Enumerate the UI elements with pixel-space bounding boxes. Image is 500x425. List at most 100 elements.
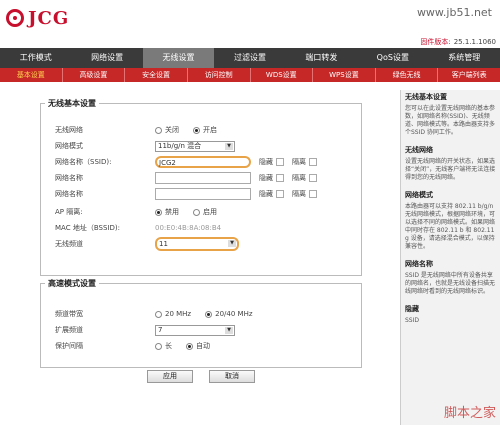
ssid2-isolate-checkbox[interactable]: 隔离 xyxy=(292,173,317,183)
tab-system-management[interactable]: 系统管理 xyxy=(429,48,500,68)
guard-label: 保护间隔 xyxy=(55,342,83,350)
ssid3-row: 网络名称 隐藏 隔离 xyxy=(55,187,317,201)
ap-isolation-row: AP 隔离: 禁用 启用 xyxy=(55,205,231,219)
wireless-row: 无线网络 关闭 开启 xyxy=(55,123,231,137)
guard-long-radio[interactable]: 长 xyxy=(155,341,172,351)
subtab-security[interactable]: 安全设置 xyxy=(124,68,187,82)
bandwidth-label: 频道带宽 xyxy=(55,310,83,318)
checkbox-icon xyxy=(276,190,284,198)
hide-label: 隐藏 xyxy=(259,158,273,166)
radio-checked-icon xyxy=(205,310,213,318)
firmware-label: 固件版本: xyxy=(420,38,451,46)
bw-2040-radio[interactable]: 20/40 MHz xyxy=(205,310,253,318)
ssid-isolate-checkbox[interactable]: 隔离 xyxy=(292,157,317,167)
ssid2-row: 网络名称 隐藏 隔离 xyxy=(55,171,317,185)
radio-icon xyxy=(155,126,162,134)
ap-isolation-label: AP 隔离: xyxy=(55,208,83,216)
brand-name: JCG xyxy=(28,7,70,29)
wireless-label: 无线网络 xyxy=(55,126,83,134)
subtab-green-wireless[interactable]: 绿色无线 xyxy=(374,68,438,82)
ssid3-label: 网络名称 xyxy=(55,190,83,198)
bw-2040-label: 20/40 MHz xyxy=(215,310,253,318)
apply-button[interactable]: 应用 xyxy=(147,370,193,383)
ssid2-hide-checkbox[interactable]: 隐藏 xyxy=(259,173,284,183)
checkbox-icon xyxy=(309,158,317,166)
channel-value: 11 xyxy=(159,240,168,248)
long-label: 长 xyxy=(165,342,172,350)
ssid-hide-checkbox[interactable]: 隐藏 xyxy=(259,157,284,167)
ext-channel-label: 扩展频道 xyxy=(55,326,83,334)
enable-label: 启用 xyxy=(203,208,217,216)
hide-label: 隐藏 xyxy=(259,190,273,198)
mode-select[interactable]: 11b/g/n 混合 ▼ xyxy=(155,140,235,152)
help-text: 本路由器可以支持 802.11 b/g/n 无线网络模式，根据网络环境，可以选择… xyxy=(405,203,496,250)
help-block: 无线基本设置 您可以在此设置无线网络的基本参数，如网络名称(SSID)、无线频道… xyxy=(405,92,496,137)
subtab-wds[interactable]: WDS设置 xyxy=(249,68,313,82)
ssid3-hide-checkbox[interactable]: 隐藏 xyxy=(259,189,284,199)
watermark: 脚本之家 xyxy=(443,406,496,421)
chevron-down-icon: ▼ xyxy=(228,240,236,247)
cancel-button[interactable]: 取消 xyxy=(209,370,255,383)
ssid2-label: 网络名称 xyxy=(55,174,83,182)
radio-icon xyxy=(155,310,162,318)
ssid-row: 网络名称（SSID): JCG2 隐藏 隔离 xyxy=(55,155,317,169)
wireless-on-radio[interactable]: 开启 xyxy=(193,125,217,135)
checkbox-icon xyxy=(276,174,284,182)
subtab-wps[interactable]: WPS设置 xyxy=(312,68,375,82)
tab-work-mode[interactable]: 工作模式 xyxy=(0,48,71,68)
bw-20-radio[interactable]: 20 MHz xyxy=(155,310,191,318)
ext-channel-value: 7 xyxy=(158,325,163,334)
chevron-down-icon: ▼ xyxy=(225,326,233,334)
radio-checked-icon xyxy=(193,126,200,134)
auto-label: 自动 xyxy=(196,342,210,350)
subtab-advanced[interactable]: 高级设置 xyxy=(61,68,125,82)
subtab-client-list[interactable]: 客户端列表 xyxy=(437,68,500,82)
guard-auto-radio[interactable]: 自动 xyxy=(186,341,210,351)
ext-channel-select[interactable]: 7 ▼ xyxy=(155,324,235,336)
ssid2-input[interactable] xyxy=(155,172,251,184)
bandwidth-row: 频道带宽 20 MHz 20/40 MHz xyxy=(55,307,267,321)
channel-select[interactable]: 11 ▼ xyxy=(155,237,239,251)
help-title: 隐藏 xyxy=(405,305,419,313)
mode-value: 11b/g/n 混合 xyxy=(158,141,202,150)
logo-icon xyxy=(6,9,24,27)
wireless-off-label: 关闭 xyxy=(165,126,179,134)
help-block: 隐藏 SSID xyxy=(405,304,496,325)
help-block: 网络模式 本路由器可以支持 802.11 b/g/n 无线网络模式，根据网络环境… xyxy=(405,190,496,251)
help-title: 无线网络 xyxy=(405,146,433,154)
isolate-label: 隔离 xyxy=(292,174,306,182)
ssid-input[interactable]: JCG2 xyxy=(155,156,251,168)
mode-label: 网络模式 xyxy=(55,142,83,150)
ap-isolation-enable-radio[interactable]: 启用 xyxy=(193,207,217,217)
tab-wireless-settings[interactable]: 无线设置 xyxy=(142,48,215,68)
site-url: www.jb51.net xyxy=(416,6,492,19)
header: JCG www.jb51.net xyxy=(0,0,500,36)
help-text: 您可以在此设置无线网络的基本参数，如网络名称(SSID)、无线频道、网络模式等。… xyxy=(405,105,496,136)
help-title: 网络名称 xyxy=(405,260,433,268)
radio-checked-icon xyxy=(186,342,193,350)
basic-settings-legend: 无线基本设置 xyxy=(48,99,96,108)
help-title: 无线基本设置 xyxy=(405,93,447,101)
tab-network-settings[interactable]: 网络设置 xyxy=(71,48,142,68)
channel-label: 无线频道 xyxy=(55,240,83,248)
tab-qos-settings[interactable]: QoS设置 xyxy=(357,48,428,68)
hide-label: 隐藏 xyxy=(259,174,273,182)
tab-port-forwarding[interactable]: 端口转发 xyxy=(286,48,357,68)
ap-isolation-disable-radio[interactable]: 禁用 xyxy=(155,207,179,217)
radio-icon xyxy=(193,208,200,216)
wireless-off-radio[interactable]: 关闭 xyxy=(155,125,179,135)
subtab-basic[interactable]: 基本设置 xyxy=(0,68,62,82)
help-text: SSID xyxy=(405,317,420,324)
ssid-label: 网络名称（SSID): xyxy=(55,158,112,166)
ssid3-input[interactable] xyxy=(155,188,251,200)
subtab-access-control[interactable]: 访问控制 xyxy=(186,68,250,82)
mac-row: MAC 地址（BSSID): 00:E0:4B:8A:08:B4 xyxy=(55,221,221,235)
bw-20-label: 20 MHz xyxy=(165,310,192,318)
help-sidebar: 无线基本设置 您可以在此设置无线网络的基本参数，如网络名称(SSID)、无线频道… xyxy=(400,90,500,425)
advanced-settings-legend: 高速模式设置 xyxy=(48,279,96,288)
ssid3-isolate-checkbox[interactable]: 隔离 xyxy=(292,189,317,199)
checkbox-icon xyxy=(309,190,317,198)
tab-filter-settings[interactable]: 过滤设置 xyxy=(214,48,285,68)
mac-label: MAC 地址（BSSID): xyxy=(55,224,120,232)
help-text: SSID 是无线网络中所有设备共享的网络名，也就是无线设备扫描无线网络时看到的无… xyxy=(405,272,496,295)
